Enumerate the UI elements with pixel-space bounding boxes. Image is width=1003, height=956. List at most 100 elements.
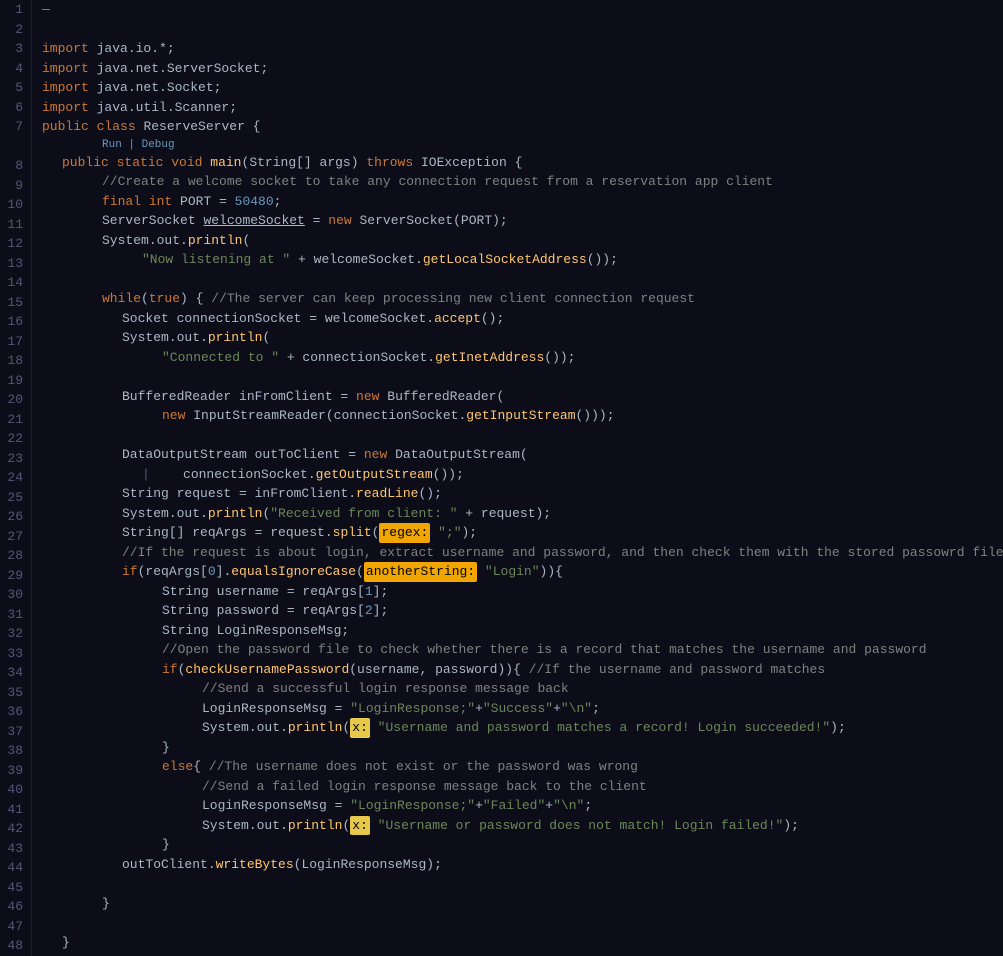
highlight-x-42: x:: [350, 816, 370, 836]
kw-int: int: [149, 192, 172, 212]
line-num-7: 7: [4, 117, 23, 137]
brace-43: }: [162, 835, 170, 855]
code-line-44: outToClient. writeBytes (LoginResponseMs…: [42, 855, 1003, 875]
num-1: 1: [365, 582, 373, 602]
code-line-22: [42, 426, 1003, 446]
highlight-anotherstring: anotherString:: [364, 562, 477, 582]
code-line-33: //Open the password file to check whethe…: [42, 640, 1003, 660]
line-num-41: 41: [4, 800, 23, 820]
method-println-26: println: [208, 504, 263, 524]
type-socket: Socket: [122, 309, 169, 329]
comment-15: //The server can keep processing new cli…: [211, 289, 695, 309]
brace-46: }: [102, 894, 110, 914]
code-line-9: //Create a welcome socket to take any co…: [42, 172, 1003, 192]
code-line-40: //Send a failed login response message b…: [42, 777, 1003, 797]
kw-static: static: [117, 153, 164, 173]
comment-28: //If the request is about login, extract…: [122, 543, 1003, 563]
line-num-35: 35: [4, 683, 23, 703]
code-line-36: LoginResponseMsg = "LoginResponse;" + "S…: [42, 699, 1003, 719]
run-debug-label[interactable]: Run | Debug: [102, 137, 175, 153]
line-num-3: 3: [4, 39, 23, 59]
str-failed: "Failed": [483, 796, 545, 816]
str-received: "Received from client: ": [270, 504, 457, 524]
keyword-import-4: import: [42, 98, 89, 118]
type-bufferedreader: BufferedReader: [122, 387, 231, 407]
code-line-38: }: [42, 738, 1003, 758]
editor-container: 1 2 3 4 5 6 7 8 9 10 11 12 13 14 15 16 1…: [0, 0, 1003, 956]
kw-while: while: [102, 289, 141, 309]
code-line-16: Socket connectionSocket = welcomeSocket.…: [42, 309, 1003, 329]
code-line-23: DataOutputStream outToClient = new DataO…: [42, 445, 1003, 465]
line-num-12: 12: [4, 234, 23, 254]
kw-public-8: public: [62, 153, 109, 173]
type-string-31: String: [162, 601, 209, 621]
str-newline: "\n": [561, 699, 592, 719]
keyword-import-2: import: [42, 59, 89, 79]
import-path-3: java.net.Socket;: [89, 78, 222, 98]
type-string-30: String: [162, 582, 209, 602]
line-num-39: 39: [4, 761, 23, 781]
pipe-char: |: [142, 465, 150, 485]
code-line-11: ServerSocket welcomeSocket = new ServerS…: [42, 211, 1003, 231]
red-symbol: —: [42, 0, 50, 20]
code-line-10: final int PORT = 50480 ;: [42, 192, 1003, 212]
code-line-21: new InputStreamReader (connectionSocket.…: [42, 406, 1003, 426]
code-line-39: else { //The username does not exist or …: [42, 757, 1003, 777]
line-num-45: 45: [4, 878, 23, 898]
code-area[interactable]: — import java.io.*; import java.net.Serv…: [32, 0, 1003, 956]
line-num-18: 18: [4, 351, 23, 371]
line-num-28: 28: [4, 546, 23, 566]
code-line-18: "Connected to " + connectionSocket. getI…: [42, 348, 1003, 368]
line-num-30: 30: [4, 585, 23, 605]
line-num-16: 16: [4, 312, 23, 332]
str-loginresponse: "LoginResponse;": [350, 699, 475, 719]
line-num-8: 8: [4, 156, 23, 176]
comment-34: //If the username and password matches: [529, 660, 825, 680]
code-line-25: String request = inFromClient. readLine …: [42, 484, 1003, 504]
line-num-27: 27: [4, 527, 23, 547]
code-line-29: if (reqArgs[ 0 ]. equalsIgnoreCase ( ano…: [42, 562, 1003, 582]
sys-12: System: [102, 231, 149, 251]
line-num-5: 5: [4, 78, 23, 98]
method-println-12: println: [188, 231, 243, 251]
code-line-3: import java.io.*;: [42, 39, 1003, 59]
line-num-47: 47: [4, 917, 23, 937]
sys-37: System: [202, 718, 249, 738]
str-success: "Success": [483, 699, 553, 719]
line-num-8: [4, 137, 23, 157]
highlight-regex: regex:: [379, 523, 430, 543]
port-num: 50480: [235, 192, 274, 212]
sys-17: System: [122, 328, 169, 348]
type-dataoutput: DataOutputStream: [122, 445, 247, 465]
str-login: "Login": [485, 562, 540, 582]
kw-if: if: [122, 562, 138, 582]
code-line-34: if ( checkUsernamePassword (username, pa…: [42, 660, 1003, 680]
line-num-9: 9: [4, 176, 23, 196]
str-usermatch: "Username and password matches a record!…: [378, 718, 830, 738]
brace-38: }: [162, 738, 170, 758]
type-isr: InputStreamReader: [193, 406, 326, 426]
line-num-40: 40: [4, 780, 23, 800]
code-line-31: String password = reqArgs[ 2 ];: [42, 601, 1003, 621]
line-num-48: 48: [4, 936, 23, 956]
method-writebytes: writeBytes: [216, 855, 294, 875]
brace-48: }: [62, 933, 70, 953]
method-println-42: println: [288, 816, 343, 836]
code-line-35: //Send a successful login response messa…: [42, 679, 1003, 699]
num-2: 2: [365, 601, 373, 621]
line-num-36: 36: [4, 702, 23, 722]
code-line-12: System .out. println (: [42, 231, 1003, 251]
kw-if-34: if: [162, 660, 178, 680]
line-num-11: 11: [4, 215, 23, 235]
line-num-20: 20: [4, 390, 23, 410]
line-num-38: 38: [4, 741, 23, 761]
method-println-37: println: [288, 718, 343, 738]
method-equalsignorecase: equalsIgnoreCase: [231, 562, 356, 582]
code-line-4: import java.net.ServerSocket;: [42, 59, 1003, 79]
str-usernomatch: "Username or password does not match! Lo…: [378, 816, 784, 836]
line-num-23: 23: [4, 449, 23, 469]
type-serversocket-2: ServerSocket: [359, 211, 453, 231]
comment-33: //Open the password file to check whethe…: [162, 640, 927, 660]
comment-40: //Send a failed login response message b…: [202, 777, 647, 797]
str-semicolon: ";": [438, 523, 461, 543]
